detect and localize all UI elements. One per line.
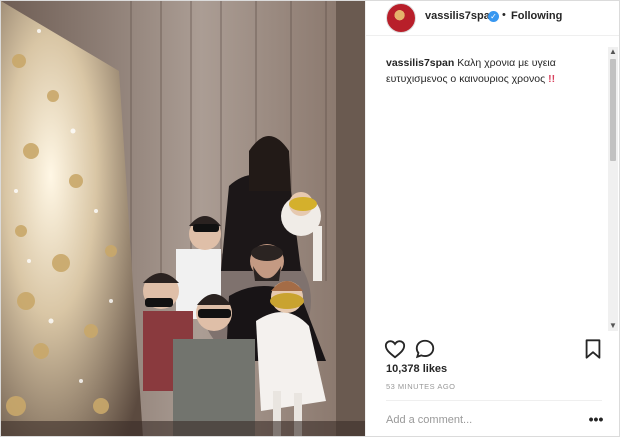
header-username-link[interactable]: vassilis7span xyxy=(425,10,497,22)
comments-scrollbar[interactable]: ▲ ▼ xyxy=(608,47,618,331)
instagram-post-window: vassilis7span ✓ • Following vassilis7spa… xyxy=(0,0,620,437)
heart-icon[interactable] xyxy=(384,338,406,360)
scroll-down-arrow-icon[interactable]: ▼ xyxy=(608,321,618,331)
post-timestamp[interactable]: 53 MINUTES AGO xyxy=(386,382,456,391)
comment-divider xyxy=(386,400,602,401)
header-separator: • xyxy=(502,9,506,21)
family-photo-illustration xyxy=(1,1,365,436)
post-caption: vassilis7span Καλη χρονια με υγεια ευτυχ… xyxy=(386,55,606,87)
scroll-up-arrow-icon[interactable]: ▲ xyxy=(608,47,618,57)
post-side-panel: vassilis7span ✓ • Following vassilis7spa… xyxy=(365,1,619,436)
verified-badge-icon: ✓ xyxy=(488,11,499,22)
scroll-thumb[interactable] xyxy=(610,59,616,161)
likes-count[interactable]: 10,378 likes xyxy=(386,363,447,375)
bookmark-icon[interactable] xyxy=(582,338,604,360)
caption-emphasis: !! xyxy=(548,73,556,85)
post-actions-bar xyxy=(366,338,619,360)
caption-username-link[interactable]: vassilis7span xyxy=(386,57,454,69)
comment-icon[interactable] xyxy=(414,338,436,360)
post-header: vassilis7span ✓ • Following xyxy=(366,1,619,36)
more-options-button[interactable]: ••• xyxy=(586,410,606,428)
following-button[interactable]: Following xyxy=(511,10,562,22)
post-photo[interactable] xyxy=(1,1,365,436)
add-comment-input[interactable] xyxy=(386,412,576,428)
avatar[interactable] xyxy=(386,3,416,33)
